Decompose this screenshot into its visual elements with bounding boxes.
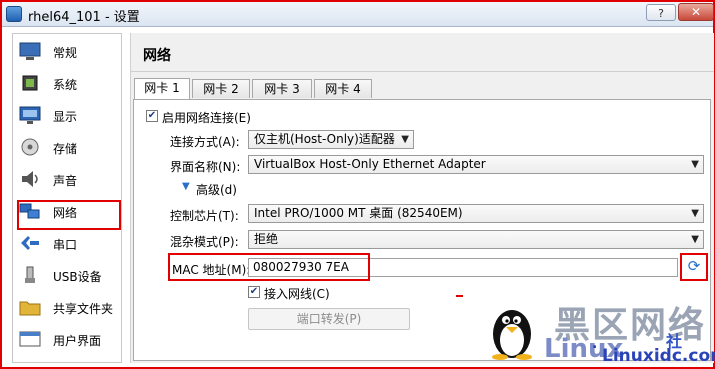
advanced-toggle-label[interactable]: 高级(d): [196, 181, 237, 198]
sidebar-item-shared-folders[interactable]: 共享文件夹: [17, 295, 119, 321]
sidebar-item-usb[interactable]: USB设备: [17, 263, 119, 289]
sidebar-item-label: 常规: [53, 46, 78, 60]
tab-adapter-4[interactable]: 网卡 4: [314, 79, 372, 98]
sidebar-item-label: 显示: [53, 110, 78, 124]
adapter-type-value: Intel PRO/1000 MT 桌面 (82540EM): [254, 206, 463, 220]
advanced-toggle-icon[interactable]: ▼: [182, 181, 190, 192]
tab-adapter-2[interactable]: 网卡 2: [192, 79, 250, 98]
watermark-she: 社: [666, 332, 683, 351]
chevron-down-icon: ▼: [691, 159, 699, 170]
refresh-highlight: [680, 253, 708, 281]
sidebar-item-label: 用户界面: [53, 334, 102, 348]
tab-adapter-1[interactable]: 网卡 1: [134, 78, 190, 99]
sidebar-item-general[interactable]: 常规: [17, 39, 119, 65]
sidebar-item-serial-ports[interactable]: 串口: [17, 231, 119, 257]
sidebar-item-label: 存储: [53, 142, 78, 156]
promiscuous-mode-select[interactable]: 拒绝 ▼: [248, 230, 704, 249]
penguin-logo-icon: [484, 298, 542, 360]
network-selection-highlight: [17, 200, 121, 230]
name-label: 界面名称(N):: [170, 160, 241, 174]
adapter-type-label: 控制芯片(T):: [170, 209, 239, 223]
adapter-type-select[interactable]: Intel PRO/1000 MT 桌面 (82540EM) ▼: [248, 204, 704, 223]
watermark-url: Linuxidc.com: [602, 346, 715, 366]
enable-adapter-checkbox[interactable]: ✔: [146, 110, 158, 122]
promiscuous-mode-label: 混杂模式(P):: [170, 235, 239, 249]
sidebar-item-user-interface[interactable]: 用户界面: [17, 327, 119, 353]
speaker-icon: [19, 169, 41, 189]
serial-port-icon: [19, 233, 41, 253]
close-button[interactable]: ✕: [678, 3, 714, 21]
system-chip-icon: [19, 73, 41, 93]
sidebar-item-label: 声音: [53, 174, 78, 188]
user-interface-icon: [19, 329, 41, 349]
sidebar-item-label: 串口: [53, 238, 78, 252]
cable-connected-checkbox[interactable]: ✔: [248, 286, 260, 298]
attached-to-value: 仅主机(Host-Only)适配器: [254, 132, 395, 146]
divider: [131, 71, 714, 72]
red-mark: [456, 295, 463, 297]
chevron-down-icon: ▼: [691, 208, 699, 219]
sidebar-item-label: 共享文件夹: [53, 302, 114, 316]
virtualbox-app-icon: [6, 6, 22, 22]
adapter-name-select[interactable]: VirtualBox Host-Only Ethernet Adapter ▼: [248, 155, 704, 174]
page-title: 网络: [143, 48, 171, 64]
cable-connected-label: 接入网线(C): [264, 287, 330, 301]
watermark: 黑区网络 Linux . Linuxidc.com 社: [484, 296, 715, 366]
watermark-dot: .: [592, 336, 598, 352]
storage-disk-icon: [19, 137, 41, 157]
enable-adapter-label: 启用网络连接(E): [162, 111, 251, 125]
promiscuous-mode-value: 拒绝: [254, 232, 279, 246]
tab-adapter-3[interactable]: 网卡 3: [252, 79, 312, 98]
shared-folder-icon: [19, 297, 41, 317]
attached-to-select[interactable]: 仅主机(Host-Only)适配器 ▼: [248, 130, 414, 149]
port-forwarding-button[interactable]: 端口转发(P): [248, 308, 410, 330]
usb-icon: [19, 265, 41, 285]
sidebar-item-audio[interactable]: 声音: [17, 167, 119, 193]
window-title: rhel64_101 - 设置: [28, 10, 140, 25]
help-button[interactable]: ?: [646, 4, 676, 21]
mac-highlight: [168, 253, 370, 281]
chevron-down-icon: ▼: [691, 234, 699, 245]
attached-to-label: 连接方式(A):: [170, 135, 240, 149]
display-monitor-icon: [19, 105, 41, 125]
general-icon: [19, 41, 41, 61]
settings-sidebar: 常规 系统 显示 存储 声音 网络 串口 USB设备 共享文件夹 用户界面: [12, 33, 122, 363]
sidebar-item-label: USB设备: [53, 270, 102, 284]
sidebar-item-display[interactable]: 显示: [17, 103, 119, 129]
sidebar-item-label: 系统: [53, 78, 78, 92]
chevron-down-icon: ▼: [401, 134, 409, 145]
sidebar-item-storage[interactable]: 存储: [17, 135, 119, 161]
title-bar: rhel64_101 - 设置 ? ✕: [2, 2, 714, 27]
sidebar-item-system[interactable]: 系统: [17, 71, 119, 97]
adapter-name-value: VirtualBox Host-Only Ethernet Adapter: [254, 157, 486, 171]
